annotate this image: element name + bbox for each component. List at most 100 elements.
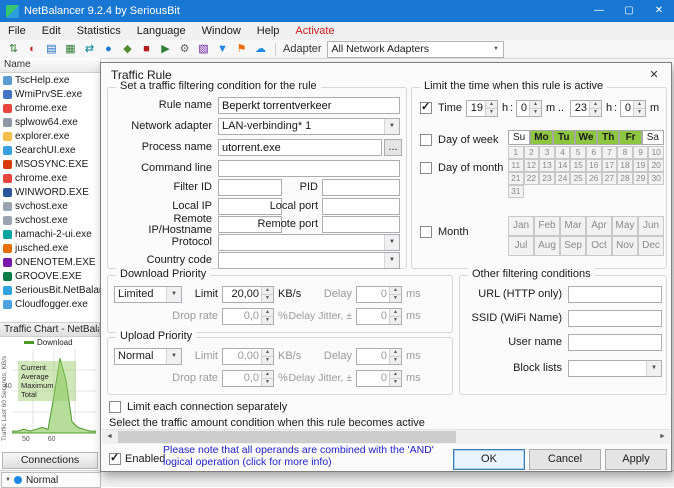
month-day-cell[interactable]: 21 [508, 172, 524, 185]
month-day-cell[interactable]: 8 [617, 146, 633, 159]
command-line-input[interactable] [218, 160, 400, 177]
weekday-cell[interactable]: We [574, 130, 598, 145]
process-list-item[interactable]: chrome.exe [0, 101, 100, 115]
process-list-item[interactable]: jusched.exe [0, 241, 100, 255]
priority-select[interactable]: ▼ Normal [1, 472, 101, 488]
process-list-item[interactable]: svchost.exe [0, 199, 100, 213]
month-day-cell[interactable]: 3 [539, 146, 555, 159]
month-day-cell[interactable]: 14 [554, 159, 571, 172]
month-day-cell[interactable]: 19 [632, 159, 649, 172]
process-list-item[interactable]: SearchUI.exe [0, 143, 100, 157]
minimize-icon[interactable]: — [584, 0, 614, 22]
close-icon[interactable]: ✕ [644, 0, 674, 22]
process-list-item[interactable]: WmiPrvSE.exe [0, 87, 100, 101]
month-cell[interactable]: Feb [534, 216, 560, 236]
month-day-cell[interactable]: 29 [632, 172, 649, 185]
process-list-item[interactable]: GROOVE.EXE [0, 269, 100, 283]
month-cell[interactable]: Apr [586, 216, 612, 236]
url-input[interactable] [568, 286, 662, 303]
spin-up-icon[interactable]: ▲ [390, 371, 401, 378]
day-of-week-checkbox[interactable] [420, 134, 432, 146]
month-day-cell[interactable]: 31 [508, 185, 524, 198]
shield-icon[interactable]: ◆ [118, 41, 137, 58]
spin-up-icon[interactable]: ▲ [486, 101, 497, 108]
stats-icon[interactable]: ▧ [194, 41, 213, 58]
process-list-item[interactable]: MSOSYNC.EXE [0, 157, 100, 171]
weekday-cell[interactable]: Th [597, 130, 620, 145]
month-day-cell[interactable]: 12 [523, 159, 540, 172]
time-checkbox[interactable] [420, 100, 432, 114]
spin-down-icon[interactable]: ▼ [390, 294, 401, 302]
month-day-cell[interactable]: 27 [601, 172, 618, 185]
filter-icon[interactable]: ▼ [213, 41, 232, 58]
menu-item[interactable]: Edit [34, 22, 69, 40]
month-day-cell[interactable]: 7 [601, 146, 618, 159]
month-day-cell[interactable]: 15 [570, 159, 586, 172]
month-day-cell[interactable]: 18 [617, 159, 633, 172]
spin-down-icon[interactable]: ▼ [262, 378, 273, 386]
month-day-cell[interactable]: 6 [586, 146, 602, 159]
month-day-cell[interactable]: 26 [586, 172, 602, 185]
spin-up-icon[interactable]: ▲ [390, 287, 401, 294]
limit-each-connection-checkbox[interactable] [109, 401, 121, 413]
month-day-cell[interactable]: 2 [523, 146, 540, 159]
weekday-cell[interactable]: Tu [552, 130, 575, 145]
menu-item[interactable]: Window [194, 22, 249, 40]
to-minute-stepper[interactable]: 0 ▲ ▼ [620, 100, 646, 117]
upload-jitter-stepper[interactable]: 0 ▲ ▼ [356, 370, 402, 387]
month-day-cell[interactable]: 17 [601, 159, 618, 172]
month-day-cell[interactable]: 30 [648, 172, 664, 185]
spin-up-icon[interactable]: ▲ [590, 101, 601, 108]
spin-up-icon[interactable]: ▲ [262, 309, 273, 316]
menu-item[interactable]: Statistics [69, 22, 129, 40]
spin-down-icon[interactable]: ▼ [262, 294, 273, 302]
scroll-left-icon[interactable]: ◄ [102, 430, 117, 444]
chart-icon[interactable]: ▦ [61, 41, 80, 58]
flag-icon[interactable]: ⚑ [232, 41, 251, 58]
traffic-chart-header[interactable]: Traffic Chart - NetBala [0, 322, 100, 337]
month-day-cell[interactable]: 10 [648, 146, 664, 159]
month-day-cell[interactable]: 25 [570, 172, 586, 185]
spin-up-icon[interactable]: ▲ [530, 101, 541, 108]
filter-id-input[interactable] [218, 179, 282, 196]
month-day-cell[interactable]: 22 [523, 172, 540, 185]
connections-button[interactable]: Connections [2, 452, 98, 469]
month-day-cell[interactable]: 4 [554, 146, 571, 159]
play-icon[interactable]: ▶ [156, 41, 175, 58]
spin-up-icon[interactable]: ▲ [634, 101, 645, 108]
process-list-item[interactable]: SeriousBit.NetBalanc [0, 283, 100, 297]
close-icon[interactable]: ✕ [643, 66, 665, 84]
month-cell[interactable]: Nov [612, 236, 638, 256]
month-day-cell[interactable]: 1 [508, 146, 524, 159]
spin-down-icon[interactable]: ▼ [486, 108, 497, 116]
month-cell[interactable]: Jan [508, 216, 534, 236]
month-checkbox[interactable] [420, 226, 432, 238]
ok-button[interactable]: OK [453, 449, 525, 470]
name-column-header[interactable]: Name [0, 58, 100, 73]
spin-down-icon[interactable]: ▼ [634, 108, 645, 116]
and-operands-note[interactable]: Please note that all operands are combin… [163, 444, 451, 468]
spin-down-icon[interactable]: ▼ [390, 356, 401, 364]
spin-up-icon[interactable]: ▲ [262, 349, 273, 356]
rule-name-input[interactable] [218, 97, 400, 114]
connections-icon[interactable]: ⇄ [80, 41, 99, 58]
month-cell[interactable]: Jun [638, 216, 664, 236]
spin-down-icon[interactable]: ▼ [262, 356, 273, 364]
month-day-cell[interactable]: 23 [539, 172, 555, 185]
from-minute-stepper[interactable]: 0 ▲ ▼ [516, 100, 542, 117]
month-day-cell[interactable]: 16 [586, 159, 602, 172]
spin-up-icon[interactable]: ▲ [390, 349, 401, 356]
pid-input[interactable] [322, 179, 400, 196]
download-delay-stepper[interactable]: 0 ▲ ▼ [356, 286, 402, 303]
process-list-item[interactable]: ONENOTEM.EXE [0, 255, 100, 269]
upload-limit-stepper[interactable]: 0,00 ▲ ▼ [222, 348, 274, 365]
month-cell[interactable]: Mar [560, 216, 586, 236]
process-list-item[interactable]: WINWORD.EXE [0, 185, 100, 199]
month-day-cell[interactable]: 5 [570, 146, 586, 159]
maximize-icon[interactable]: ▢ [614, 0, 644, 22]
month-cell[interactable]: May [612, 216, 638, 236]
from-hour-stepper[interactable]: 19 ▲ ▼ [466, 100, 498, 117]
process-list-item[interactable]: explorer.exe [0, 129, 100, 143]
month-day-cell[interactable]: 11 [508, 159, 524, 172]
spin-down-icon[interactable]: ▼ [262, 316, 273, 324]
